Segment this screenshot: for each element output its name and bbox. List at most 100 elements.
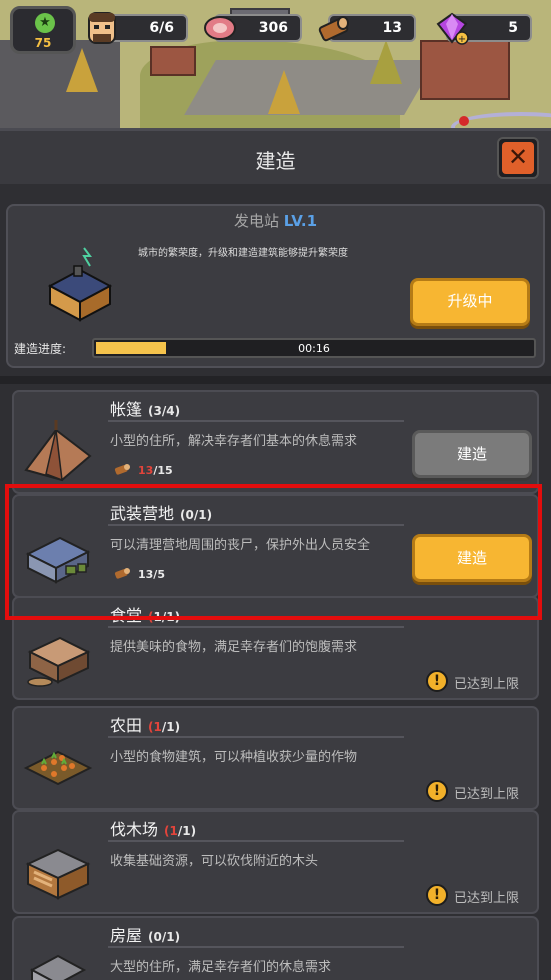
- scene-marker[interactable]: [459, 116, 469, 126]
- count-red: (1: [164, 824, 178, 838]
- warning-icon: !: [426, 884, 448, 906]
- building-title: 房屋: [110, 926, 143, 945]
- panel-header: 建造 ✕: [0, 128, 551, 184]
- building-name: 伐木场 (1/1): [110, 816, 196, 840]
- wood-value: 13: [382, 20, 402, 36]
- building-name: 房屋 (0/1): [110, 922, 180, 946]
- cost-need: 13/5: [138, 568, 165, 581]
- build-button-label: 建造: [456, 445, 487, 463]
- gem-value: 5: [508, 20, 518, 36]
- building-count: (1/1): [148, 610, 180, 624]
- building-card-house: 房屋 (0/1) 大型的住所，满足幸存者们的休息需求: [12, 916, 539, 980]
- gem-counter[interactable]: + 5: [436, 12, 532, 45]
- building-title: 伐木场: [110, 820, 159, 839]
- building-card-canteen: 食堂 (1/1) 提供美味的食物，满足幸存者们的饱腹需求 ! 已达到上限: [12, 596, 539, 700]
- building-name: 帐篷 (3/4): [110, 396, 180, 420]
- farmland-image: [23, 750, 93, 786]
- wood-counter[interactable]: 13: [318, 14, 416, 42]
- build-cost: 13/15: [138, 464, 173, 477]
- building-description: 可以清理营地周围的丧尸，保护外出人员安全: [110, 538, 371, 553]
- cost-need: /15: [153, 464, 173, 477]
- build-progress-bar: 00:16: [92, 338, 536, 358]
- lumber-mill-image: [25, 848, 91, 900]
- building-name: 农田 (1/1): [110, 712, 180, 736]
- building-description: 小型的住所，解决幸存者们基本的休息需求: [110, 434, 358, 449]
- count-text: (0/1): [148, 930, 181, 944]
- power-station-card: 发电站 LV.1 城市的繁荣度，升级和建造建筑能够提升繁荣度 升级中 建造进度:…: [6, 204, 545, 368]
- build-tent-button[interactable]: 建造: [412, 430, 532, 478]
- building-count: (0/1): [148, 930, 180, 944]
- title-underline: [108, 626, 404, 628]
- title-underline: [108, 420, 404, 422]
- wood-log-icon: [318, 16, 349, 42]
- station-title: 发电站 LV.1: [8, 210, 543, 231]
- building-description: 收集基础资源，可以砍伐附近的木头: [110, 854, 319, 869]
- station-name: 发电站: [233, 212, 279, 230]
- wood-log-icon: [114, 464, 130, 475]
- building-name: 武装营地 (0/1): [110, 500, 212, 524]
- station-level: LV.1: [283, 212, 318, 230]
- svg-text:+: +: [458, 34, 466, 45]
- page-title: 建造: [255, 149, 296, 173]
- title-underline: [108, 524, 404, 526]
- building-title: 农田: [110, 716, 143, 735]
- building-count: (1/1): [164, 824, 196, 838]
- building-card-armed-camp: 武装营地 (0/1) 可以清理营地周围的丧尸，保护外出人员安全 13/5 建造: [12, 494, 539, 598]
- building-title: 食堂: [110, 606, 143, 625]
- meat-icon: [204, 16, 236, 40]
- title-underline: [108, 946, 404, 948]
- upgrading-button[interactable]: 升级中: [410, 278, 530, 326]
- house-image: [29, 954, 87, 980]
- meat-value: 306: [258, 20, 288, 36]
- building-count: (1/1): [148, 720, 180, 734]
- warning-icon: !: [426, 670, 448, 692]
- title-underline: [108, 840, 404, 842]
- title-underline: [108, 736, 404, 738]
- count-red: (1: [148, 720, 162, 734]
- armed-camp-image: [25, 536, 91, 584]
- building-card-tent: 帐篷 (3/4) 小型的住所，解决幸存者们基本的休息需求 13/15 建造: [12, 390, 539, 494]
- power-station-image: [47, 247, 113, 322]
- player-level: 75: [34, 36, 52, 50]
- build-armed-camp-button[interactable]: 建造: [412, 534, 532, 582]
- building-count: (0/1): [180, 508, 212, 522]
- survivor-face-icon: [88, 12, 116, 44]
- building-title: 帐篷: [110, 400, 143, 419]
- max-level-text: 已达到上限: [454, 891, 520, 906]
- warning-icon: !: [426, 780, 448, 802]
- count-text: /1): [177, 824, 197, 838]
- survivors-counter[interactable]: 6/6: [88, 12, 188, 44]
- building-description: 小型的食物建筑，可以种植收获少量的作物: [110, 750, 358, 765]
- wood-log-icon: [114, 568, 130, 579]
- player-level-badge[interactable]: ★ 75: [10, 6, 76, 54]
- canteen-image: [27, 636, 91, 687]
- close-icon: ✕: [502, 142, 534, 174]
- tent-image: [24, 420, 92, 482]
- count-text: (3/4): [148, 404, 181, 418]
- build-progress-time: 00:16: [298, 342, 330, 355]
- survivors-value: 6/6: [149, 20, 174, 36]
- cost-have: 13: [138, 464, 154, 477]
- scene-tree: [268, 70, 300, 114]
- resource-bar: ★ 75 6/6 306 13 + 5: [0, 0, 551, 60]
- building-name: 食堂 (1/1): [110, 602, 180, 626]
- build-button-label: 建造: [456, 549, 487, 567]
- max-level-text: 已达到上限: [454, 787, 520, 802]
- building-title: 武装营地: [110, 504, 175, 523]
- count-text: 1/1): [153, 610, 181, 624]
- gem-icon: +: [436, 12, 469, 45]
- station-description: 城市的繁荣度，升级和建造建筑能够提升繁荣度: [138, 248, 348, 259]
- build-cost: 13/5: [138, 568, 165, 581]
- star-icon: ★: [35, 13, 55, 33]
- max-level-text: 已达到上限: [454, 677, 520, 692]
- building-description: 提供美味的食物，满足幸存者们的饱腹需求: [110, 640, 358, 655]
- count-text: (0/1): [180, 508, 213, 522]
- meat-counter[interactable]: 306: [204, 14, 302, 42]
- building-card-lumber-mill: 伐木场 (1/1) 收集基础资源，可以砍伐附近的木头 ! 已达到上限: [12, 810, 539, 914]
- building-count: (3/4): [148, 404, 180, 418]
- count-text: /1): [161, 720, 181, 734]
- building-description: 大型的住所，满足幸存者们的休息需求: [110, 960, 332, 975]
- building-card-farmland: 农田 (1/1) 小型的食物建筑，可以种植收获少量的作物 ! 已达到上限: [12, 706, 539, 810]
- section-divider: [0, 376, 551, 384]
- close-button[interactable]: ✕: [497, 137, 539, 179]
